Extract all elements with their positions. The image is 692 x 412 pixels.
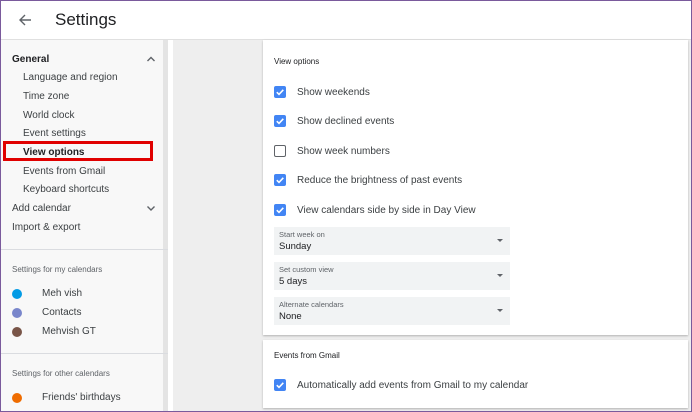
checkbox-icon (274, 174, 286, 186)
calendar-name: Friends' birthdays (42, 392, 121, 403)
sidebar-item-events-from-gmail[interactable]: Events from Gmail (0, 162, 168, 181)
select-value: Sunday (279, 241, 312, 252)
checkbox-icon (274, 145, 286, 157)
sidebar-item-add-calendar[interactable]: Add calendar (0, 199, 168, 218)
calendar-color-dot (12, 288, 22, 299)
sidebar-item-world-clock[interactable]: World clock (0, 106, 168, 125)
checkbox-icon (274, 204, 286, 216)
auto-add-gmail-events-checkbox[interactable]: Automatically add events from Gmail to m… (274, 378, 528, 392)
sidebar-item-label: Event settings (23, 128, 86, 139)
show-weekends-checkbox[interactable]: Show weekends (274, 85, 370, 99)
events-from-gmail-card: Events from Gmail Automatically add even… (263, 340, 688, 408)
calendar-color-dot (12, 326, 22, 337)
sidebar-item-import-export[interactable]: Import & export (0, 218, 168, 237)
checkbox-label: Show week numbers (297, 145, 390, 157)
calendar-item-friends-birthdays[interactable]: Friends' birthdays (0, 388, 168, 407)
show-week-numbers-checkbox[interactable]: Show week numbers (274, 144, 390, 158)
app-header: Settings (0, 0, 692, 40)
calendar-name: Mehvish GT (42, 326, 96, 337)
calendar-color-dot (12, 307, 22, 318)
my-calendars-heading: Settings for my calendars (12, 265, 103, 274)
sidebar-item-view-options[interactable]: View options (0, 143, 168, 162)
side-by-side-day-view-checkbox[interactable]: View calendars side by side in Day View (274, 203, 476, 217)
dropdown-arrow-icon (497, 239, 503, 242)
sidebar-divider (0, 249, 168, 250)
select-label: Set custom view (279, 265, 334, 274)
reduce-brightness-checkbox[interactable]: Reduce the brightness of past events (274, 173, 462, 187)
calendar-color-dot (12, 392, 22, 403)
dropdown-arrow-icon (497, 309, 503, 312)
page-title: Settings (55, 9, 117, 29)
sidebar-item-keyboard-shortcuts[interactable]: Keyboard shortcuts (0, 180, 168, 199)
sidebar-item-label: View options (23, 147, 85, 158)
settings-main: View options Show weekends Show declined… (173, 40, 692, 412)
sidebar-item-event-settings[interactable]: Event settings (0, 124, 168, 143)
sidebar-item-label: Language and region (23, 72, 118, 83)
select-label: Start week on (279, 230, 325, 239)
start-week-on-select[interactable]: Start week on Sunday (274, 227, 510, 255)
calendar-item-meh-vish[interactable]: Meh vish (0, 284, 168, 303)
sidebar-divider (0, 353, 168, 354)
sidebar-item-label: World clock (23, 110, 75, 121)
sidebar-item-label: Events from Gmail (23, 166, 106, 177)
sidebar-item-label: Import & export (12, 222, 81, 233)
checkbox-icon (274, 379, 286, 391)
view-options-title: View options (274, 57, 320, 66)
show-declined-events-checkbox[interactable]: Show declined events (274, 114, 394, 128)
calendar-item-mehvish-gt[interactable]: Mehvish GT (0, 322, 168, 341)
view-options-card: View options Show weekends Show declined… (263, 40, 688, 335)
sidebar-item-language-and-region[interactable]: Language and region (0, 68, 168, 87)
checkbox-icon (274, 86, 286, 98)
chevron-down-icon (147, 206, 155, 211)
checkbox-icon (274, 115, 286, 127)
back-arrow-icon[interactable] (13, 8, 37, 32)
sidebar-item-label: Time zone (23, 91, 70, 102)
checkbox-label: Show weekends (297, 86, 370, 98)
sidebar-item-label: Add calendar (12, 203, 71, 214)
alternate-calendars-select[interactable]: Alternate calendars None (274, 297, 510, 325)
sidebar-item-time-zone[interactable]: Time zone (0, 87, 168, 106)
custom-view-select[interactable]: Set custom view 5 days (274, 262, 510, 290)
chevron-up-icon (147, 56, 155, 62)
events-from-gmail-title: Events from Gmail (274, 351, 340, 360)
sidebar-item-label: General (12, 54, 50, 65)
checkbox-label: Automatically add events from Gmail to m… (297, 379, 529, 391)
settings-sidebar: General Language and region Time zone Wo… (0, 40, 168, 412)
sidebar-item-general[interactable]: General (0, 50, 168, 69)
checkbox-label: Show declined events (297, 115, 395, 127)
dropdown-arrow-icon (497, 274, 503, 277)
select-value: None (279, 311, 302, 322)
select-value: 5 days (279, 276, 307, 287)
checkbox-label: View calendars side by side in Day View (297, 204, 476, 216)
calendar-name: Contacts (42, 307, 82, 318)
checkbox-label: Reduce the brightness of past events (297, 174, 463, 186)
sidebar-item-label: Keyboard shortcuts (23, 184, 110, 195)
calendar-item-contacts[interactable]: Contacts (0, 303, 168, 322)
calendar-name: Meh vish (42, 288, 83, 299)
other-calendars-heading: Settings for other calendars (12, 369, 110, 378)
select-label: Alternate calendars (279, 300, 344, 309)
